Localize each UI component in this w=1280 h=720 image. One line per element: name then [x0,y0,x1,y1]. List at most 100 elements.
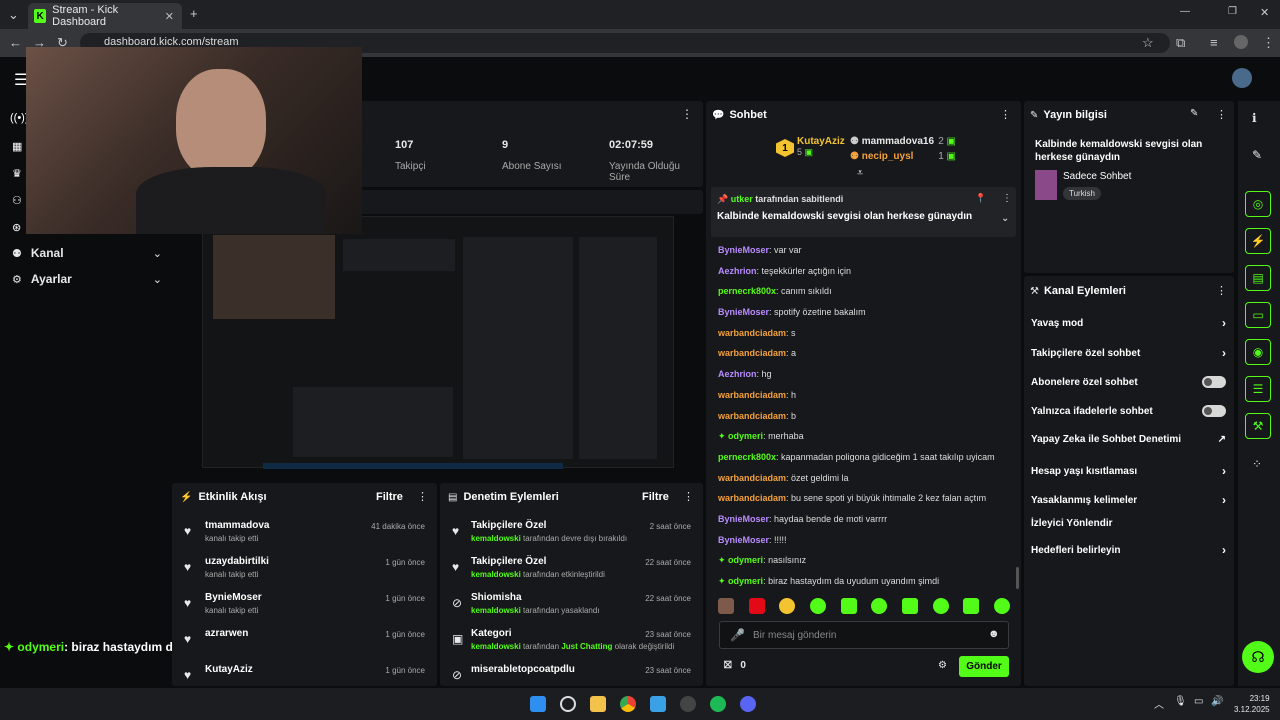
nav-trophy-icon[interactable]: ♛ [12,167,22,180]
channel-action-item[interactable]: Hesap yaşı kısıtlaması › [1031,464,1226,478]
emote-kick-icon[interactable] [932,598,949,614]
channel-action-item[interactable]: Yapay Zeka ile Sohbet Denetimi ↗ [1031,434,1226,445]
chat-message[interactable]: BynieMoser: var var [718,244,1018,265]
language-tag[interactable]: Turkish [1063,187,1101,200]
profile-avatar[interactable] [1234,35,1248,49]
browser-menu-icon[interactable]: ⋮ [1262,35,1275,51]
chat-message[interactable]: pernecrk800x: canım sıkıldı [718,285,1018,306]
info-icon[interactable]: ℹ [1252,111,1257,125]
chat-username[interactable]: warbandciadam [718,411,786,421]
wrench-icon[interactable]: ⚒ [1245,413,1271,439]
more-options-icon[interactable]: ⋮ [683,490,694,503]
leader-second[interactable]: ⚉ mammadova16 2 ▣ [850,136,956,147]
channel-action-item[interactable]: Abonelere özel sohbet [1031,376,1226,388]
browser-tab[interactable]: K Stream - Kick Dashboard ✕ [28,3,182,29]
microphone-icon[interactable]: 🎤 [730,628,745,642]
chat-message[interactable]: warbandciadam: bu sene spoti yi büyük ih… [718,492,1018,513]
moderation-item[interactable]: ⊘ miserabletopcoatpdlu 23 saat önce [452,664,695,686]
moderation-item[interactable]: ♥ Takipçilere Özel kemaldowski tarafından … [452,556,695,586]
tab-list-icon[interactable]: ⌄ [8,7,19,23]
chat-message[interactable]: warbandciadam: b [718,410,1018,431]
chat-message[interactable]: ✦ odymeri: nasılsınız [718,554,1018,575]
channel-action-item[interactable]: Takipçilere özel sohbet › [1031,346,1226,360]
activity-item[interactable]: ♥ uzaydabirtilki kanalı takip etti 1 gün ön… [184,556,429,586]
pinned-message[interactable]: 📌 utker tarafından sabitlendi 📍 ⋮ Kalbin… [711,187,1016,237]
discord-icon[interactable] [740,696,756,712]
tray-network-icon[interactable]: ▭ [1194,696,1203,707]
emote-hand-icon[interactable] [779,598,796,614]
chat-input[interactable]: 🎤 Bir mesaj gönderin ☻ [719,621,1009,649]
obs-icon[interactable] [680,696,696,712]
chat-settings-icon[interactable]: ⚙ [938,660,947,671]
chat-username[interactable]: warbandciadam [718,328,786,338]
nav-analytics-icon[interactable]: ▦ [12,140,22,153]
send-button[interactable]: Gönder [959,656,1009,677]
target-icon[interactable]: ◎ [1245,191,1271,217]
collapse-leaderboard-icon[interactable]: ⩡ [857,167,863,180]
broadcast-icon[interactable]: ◉ [1245,339,1271,365]
minimize-icon[interactable]: — [1180,6,1190,17]
chevron-down-icon[interactable]: ⌄ [1001,213,1009,224]
unpin-icon[interactable]: 📍 [975,193,986,204]
emote-kick-icon[interactable] [840,598,857,614]
moderation-filter-button[interactable]: Filtre [642,491,669,503]
file-explorer-icon[interactable] [590,696,606,712]
toggle-switch[interactable] [1202,405,1226,417]
chat-message[interactable]: BynieMoser: spotify özetine bakalım [718,306,1018,327]
nav-ayarlar[interactable]: ⚙ Ayarlar ⌄ [12,272,162,286]
sliders-icon[interactable]: ☰ [1245,376,1271,402]
shapes-icon[interactable]: ⁘ [1252,457,1262,471]
activity-item[interactable]: ♥ azrarwen 1 gün önce [184,628,429,658]
moderation-item[interactable]: ♥ Takipçilere Özel kemaldowski tarafından … [452,520,695,550]
chat-username[interactable]: warbandciadam [718,348,786,358]
tray-mic-icon[interactable]: 🎙 [1174,696,1187,707]
chat-message[interactable]: warbandciadam: s [718,327,1018,348]
channel-action-item[interactable]: Yalnızca ifadelerle sohbet [1031,405,1226,417]
activity-item[interactable]: ♥ tmammadova kanalı takip etti 41 dakika ön… [184,520,429,550]
chat-username[interactable]: BynieMoser [718,535,769,545]
reading-list-icon[interactable]: ≡ [1210,35,1218,50]
nav-moderation-icon[interactable]: ⊛ [12,221,21,234]
chat-username[interactable]: warbandciadam [718,390,786,400]
activity-item[interactable]: ♥ BynieMoser kanalı takip etti 1 gün önce [184,592,429,622]
toggle-switch[interactable] [1202,376,1226,388]
chat-message[interactable]: Aezhrion: hg [718,368,1018,389]
chat-username[interactable]: odymeri [728,431,763,441]
activity-filter-button[interactable]: Filtre [376,491,403,503]
channel-points[interactable]: ⛝ 0 [724,660,746,671]
nav-kanal[interactable]: ⚉ Kanal ⌄ [12,246,162,260]
chat-username[interactable]: pernecrk800x [718,286,776,296]
chat-username[interactable]: warbandciadam [718,473,786,483]
chat-message[interactable]: Aezhrion: teşekkürler açtığın için [718,265,1018,286]
chat-username[interactable]: warbandciadam [718,493,786,503]
moderation-item[interactable]: ⊘ Shiomisha kemaldowski tarafından yasakla… [452,592,695,622]
emoji-picker-icon[interactable]: ☻ [988,628,1000,640]
chat-username[interactable]: BynieMoser [718,245,769,255]
spotify-icon[interactable] [710,696,726,712]
emote-avatar-icon[interactable] [718,598,734,614]
activity-item[interactable]: ♥ KutayAziz 1 gün önce [184,664,429,686]
user-avatar[interactable] [1232,68,1252,88]
chat-username[interactable]: BynieMoser [718,514,769,524]
chat-message[interactable]: BynieMoser: !!!!! [718,534,1018,555]
more-options-icon[interactable]: ⋮ [1002,193,1012,204]
chat-scrollbar[interactable] [1016,567,1019,589]
more-options-icon[interactable]: ⋮ [1216,108,1227,121]
tray-volume-icon[interactable]: 🔊 [1211,696,1223,707]
emote-kick-icon[interactable] [963,598,980,614]
chat-username[interactable]: odymeri [728,555,763,565]
channel-action-item[interactable]: Hedefleri belirleyin › [1031,543,1226,557]
nav-community-icon[interactable]: ⚇ [12,194,22,207]
emote-kick-icon[interactable] [993,598,1010,614]
more-options-icon[interactable]: ⋮ [1000,108,1011,121]
chat-message[interactable]: ✦ odymeri: biraz hastaydım da uyudum uya… [718,575,1018,596]
extensions-icon[interactable]: ⧉ [1176,35,1185,51]
channel-action-item[interactable]: Yavaş mod › [1031,316,1226,330]
chrome-icon[interactable] [620,696,636,712]
bolt-icon[interactable]: ⚡ [1245,228,1271,254]
leader-third[interactable]: ⚉ necip_uysl 1 ▣ [850,151,956,162]
emote-flag-icon[interactable] [748,598,765,614]
chat-username[interactable]: Aezhrion [718,369,757,379]
pencil-icon[interactable]: ✎ [1252,148,1262,162]
more-options-icon[interactable]: ⋮ [681,107,693,121]
